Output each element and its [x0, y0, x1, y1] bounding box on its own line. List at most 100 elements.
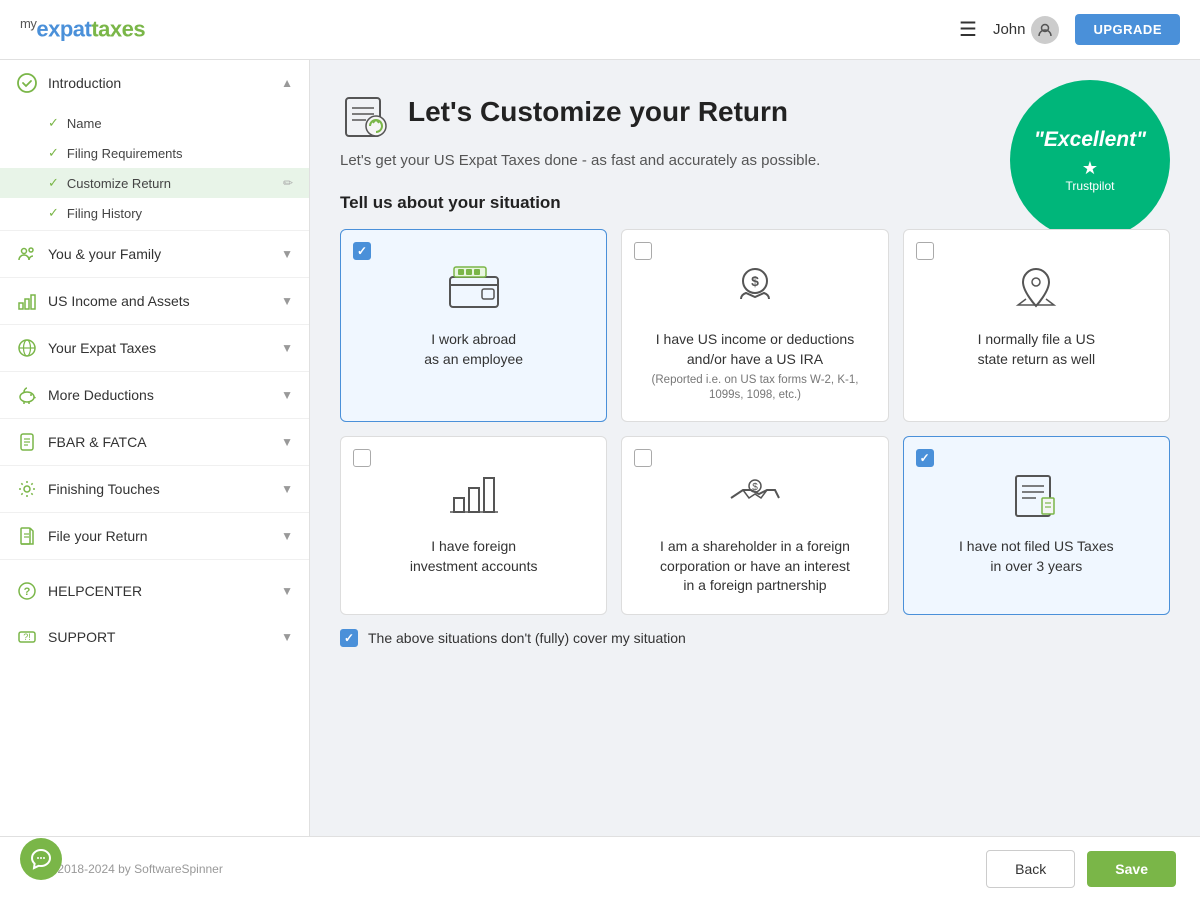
option-card-foreign-accounts[interactable]: I have foreigninvestment accounts — [340, 436, 607, 615]
bottom-checkbox[interactable] — [340, 629, 358, 647]
sidebar-label-helpcenter: HELPCENTER — [48, 583, 142, 599]
header: myexpattaxes ☰ John UPGRADE — [0, 0, 1200, 60]
user-info: John — [993, 16, 1060, 44]
document-icon — [16, 431, 38, 453]
settings-icon — [16, 478, 38, 500]
file-icon — [16, 525, 38, 547]
option-checkbox-foreign-accounts[interactable] — [353, 449, 371, 467]
money-hand-icon: $ — [725, 258, 785, 318]
check-filing-icon: ✓ — [48, 145, 59, 161]
sidebar-label-fbar: FBAR & FATCA — [48, 434, 147, 450]
option-checkbox-state-return[interactable] — [916, 242, 934, 260]
chevron-down-fbar-icon: ▼ — [281, 435, 293, 449]
logo: myexpattaxes — [20, 16, 145, 42]
option-card-state-return[interactable]: I normally file a USstate return as well — [903, 229, 1170, 422]
sidebar-item-support[interactable]: ?! SUPPORT ▼ — [0, 614, 309, 660]
sidebar-history-label: Filing History — [67, 206, 142, 221]
chevron-down-deductions-icon: ▼ — [281, 388, 293, 402]
bottom-checkbox-row: The above situations don't (fully) cover… — [340, 629, 1170, 647]
back-button[interactable]: Back — [986, 850, 1075, 888]
option-label-shareholder: I am a shareholder in a foreigncorporati… — [660, 537, 850, 596]
option-card-work-abroad[interactable]: I work abroadas an employee — [340, 229, 607, 422]
save-button[interactable]: Save — [1087, 851, 1176, 887]
sidebar-label-deductions: More Deductions — [48, 387, 154, 403]
sidebar-label-finishing: Finishing Touches — [48, 481, 160, 497]
option-card-us-income[interactable]: $ I have US income or deductionsand/or h… — [621, 229, 888, 422]
sidebar-item-us-income[interactable]: US Income and Assets ▼ — [0, 278, 309, 324]
sidebar-item-deductions[interactable]: More Deductions ▼ — [0, 372, 309, 418]
svg-text:?: ? — [24, 586, 31, 598]
sidebar-section-us-income: US Income and Assets ▼ — [0, 278, 309, 325]
content-area: Let's Customize your Return "Excellent" … — [310, 60, 1200, 836]
option-label-state-return: I normally file a USstate return as well — [978, 330, 1096, 369]
circle-check-icon — [16, 72, 38, 94]
upgrade-button[interactable]: UPGRADE — [1075, 14, 1180, 45]
check-customize-icon: ✓ — [48, 175, 59, 191]
chat-button[interactable] — [20, 838, 62, 880]
option-checkbox-us-income[interactable] — [634, 242, 652, 260]
globe-icon — [16, 337, 38, 359]
handshake-icon: $ — [725, 465, 785, 525]
sidebar-item-helpcenter[interactable]: ? HELPCENTER ▼ — [0, 568, 309, 614]
option-checkbox-not-filed[interactable] — [916, 449, 934, 467]
support-icon: ?! — [16, 626, 38, 648]
sidebar-item-finishing[interactable]: Finishing Touches ▼ — [0, 466, 309, 512]
option-card-not-filed[interactable]: I have not filed US Taxesin over 3 years — [903, 436, 1170, 615]
footer: ✏ 2018-2024 by SoftwareSpinner Back Save — [0, 836, 1200, 900]
chevron-up-icon: ▲ — [281, 76, 293, 90]
menu-icon[interactable]: ☰ — [959, 17, 977, 42]
sidebar-section-fbar: FBAR & FATCA ▼ — [0, 419, 309, 466]
sidebar-section-expat: Your Expat Taxes ▼ — [0, 325, 309, 372]
sidebar-sub-filing-requirements[interactable]: ✓ Filing Requirements — [0, 138, 309, 168]
sidebar-item-file-return[interactable]: File your Return ▼ — [0, 513, 309, 559]
main-layout: Introduction ▲ ✓ Name ✓ Filing Requireme… — [0, 60, 1200, 836]
sidebar-sub-customize-return[interactable]: ✓ Customize Return ✏ — [0, 168, 309, 198]
svg-text:$: $ — [751, 273, 759, 289]
sidebar-sub-name[interactable]: ✓ Name — [0, 108, 309, 138]
page-header: Let's Customize your Return "Excellent" … — [340, 90, 1170, 144]
sidebar-item-fbar[interactable]: FBAR & FATCA ▼ — [0, 419, 309, 465]
family-icon — [16, 243, 38, 265]
sidebar-filing-label: Filing Requirements — [67, 146, 183, 161]
page-header-icon — [340, 90, 394, 144]
chevron-down-file-icon: ▼ — [281, 529, 293, 543]
sidebar-item-introduction[interactable]: Introduction ▲ — [0, 60, 309, 106]
sidebar-sub-introduction: ✓ Name ✓ Filing Requirements ✓ Customize… — [0, 106, 309, 230]
option-label-us-income: I have US income or deductionsand/or hav… — [656, 330, 854, 369]
option-label-work-abroad: I work abroadas an employee — [424, 330, 523, 369]
logo-expat: expat — [36, 17, 91, 42]
sidebar-item-expat[interactable]: Your Expat Taxes ▼ — [0, 325, 309, 371]
sidebar-sub-filing-history[interactable]: ✓ Filing History — [0, 198, 309, 228]
sidebar-section-file-return: File your Return ▼ — [0, 513, 309, 560]
options-grid: I work abroadas an employee $ I have US … — [340, 229, 1170, 615]
check-history-icon: ✓ — [48, 205, 59, 221]
sidebar-item-family[interactable]: You & your Family ▼ — [0, 231, 309, 277]
footer-copyright: 2018-2024 by SoftwareSpinner — [57, 862, 222, 876]
logo-my: my — [20, 16, 36, 31]
trustpilot-label: Trustpilot — [1066, 179, 1115, 193]
option-label-foreign-accounts: I have foreigninvestment accounts — [410, 537, 538, 576]
trustpilot-badge: "Excellent" ★ Trustpilot — [1010, 80, 1170, 240]
chevron-down-income-icon: ▼ — [281, 294, 293, 308]
sidebar-name-label: Name — [67, 116, 102, 131]
edit-icon[interactable]: ✏ — [283, 176, 293, 190]
sidebar-label-us-income: US Income and Assets — [48, 293, 190, 309]
wallet-icon — [444, 258, 504, 318]
chevron-down-finishing-icon: ▼ — [281, 482, 293, 496]
chevron-down-family-icon: ▼ — [281, 247, 293, 261]
sidebar-label-file-return: File your Return — [48, 528, 148, 544]
sidebar: Introduction ▲ ✓ Name ✓ Filing Requireme… — [0, 60, 310, 836]
chart-icon — [16, 290, 38, 312]
chevron-down-help-icon: ▼ — [281, 584, 293, 598]
option-checkbox-shareholder[interactable] — [634, 449, 652, 467]
sidebar-section-deductions: More Deductions ▼ — [0, 372, 309, 419]
option-checkbox-work-abroad[interactable] — [353, 242, 371, 260]
header-right: ☰ John UPGRADE — [959, 14, 1180, 45]
check-name-icon: ✓ — [48, 115, 59, 131]
sidebar-label-expat: Your Expat Taxes — [48, 340, 156, 356]
sidebar-section-introduction: Introduction ▲ ✓ Name ✓ Filing Requireme… — [0, 60, 309, 231]
footer-right: Back Save — [986, 850, 1176, 888]
option-card-shareholder[interactable]: $ I am a shareholder in a foreigncorpora… — [621, 436, 888, 615]
sidebar-label-support: SUPPORT — [48, 629, 115, 645]
checklist-icon — [1006, 465, 1066, 525]
